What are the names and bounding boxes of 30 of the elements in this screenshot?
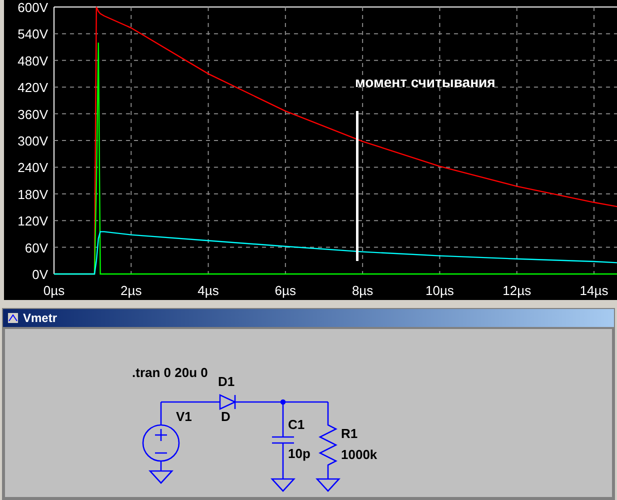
x-tick-label: 6µs: [274, 283, 296, 298]
y-tick-label: 0V: [32, 267, 48, 282]
y-tick-label: 420V: [18, 80, 48, 96]
y-tick-label: 540V: [18, 26, 48, 42]
x-tick-label: 4µs: [198, 283, 219, 298]
y-tick-label: 120V: [18, 214, 48, 229]
y-tick-label: 240V: [18, 160, 48, 176]
x-tick-label: 8µs: [352, 283, 374, 298]
component-name: D1: [218, 374, 235, 389]
component-name: C1: [288, 417, 305, 432]
y-tick-label: 60V: [24, 240, 48, 256]
y-tick-label: 480V: [18, 53, 48, 68]
x-tick-label: 0µs: [43, 283, 65, 298]
component-name: R1: [341, 426, 358, 441]
y-tick-label: 360V: [18, 106, 48, 122]
component-value: 10p: [288, 446, 310, 461]
y-tick-label: 300V: [18, 134, 48, 148]
x-tick-label: 14µs: [580, 283, 608, 298]
x-tick-label: 12µs: [502, 283, 532, 298]
y-tick-label: 180V: [18, 186, 48, 202]
schematic-icon: [7, 312, 19, 324]
annotation-label: момент считывания: [355, 74, 496, 90]
spice-directive: .tran 0 20u 0: [132, 365, 208, 380]
x-tick-label: 2µs: [120, 283, 142, 298]
y-tick-label: 600V: [18, 0, 48, 15]
component-name: V1: [176, 409, 192, 424]
window-title: Vmetr: [23, 310, 58, 327]
component-value: D: [221, 409, 230, 424]
component-value: 1000k: [341, 447, 378, 462]
x-tick-label: 10µs: [426, 283, 454, 298]
